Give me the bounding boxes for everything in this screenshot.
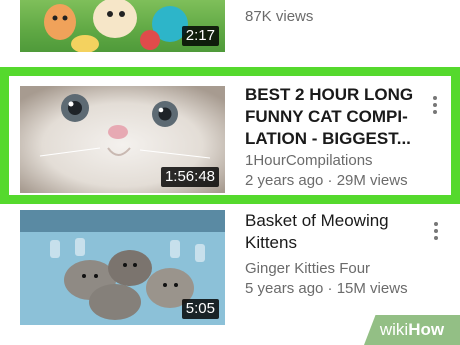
wikihow-watermark: wikiHow [364, 315, 460, 345]
video-title-line: Kittens [245, 233, 297, 252]
watermark-prefix: wiki [379, 320, 409, 339]
channel-name[interactable]: Ginger Kitties Four [245, 258, 370, 279]
video-stats: 2 years ago · 29M views [245, 172, 408, 189]
video-thumbnail[interactable]: 5:05 [20, 210, 225, 325]
highlighted-video-item[interactable]: 1:56:48 BEST 2 HOUR LONG FUNNY CAT COMPI… [0, 67, 460, 204]
more-options-icon[interactable] [431, 96, 439, 117]
video-duration: 1:56:48 [160, 167, 219, 187]
video-stats: 5 years ago · 15M views [245, 280, 408, 297]
video-thumbnail[interactable]: 2:17 [20, 0, 225, 52]
video-duration: 5:05 [181, 299, 219, 319]
video-title-line: BEST 2 HOUR LONG [245, 85, 414, 104]
channel-name[interactable]: 1HourCompilations [245, 150, 373, 171]
video-stats: 87K views [245, 8, 314, 25]
video-title-line: FUNNY CAT COMPI- [245, 107, 408, 126]
video-title-line: LATION - BIGGEST... [245, 129, 411, 148]
watermark-suffix: How [408, 320, 445, 339]
video-item[interactable]: 2:17 87K views [0, 0, 460, 62]
video-title-line: Basket of Meowing [245, 211, 389, 230]
more-options-icon[interactable] [432, 222, 440, 243]
video-thumbnail[interactable]: 1:56:48 [20, 86, 225, 193]
video-duration: 2:17 [181, 26, 219, 46]
